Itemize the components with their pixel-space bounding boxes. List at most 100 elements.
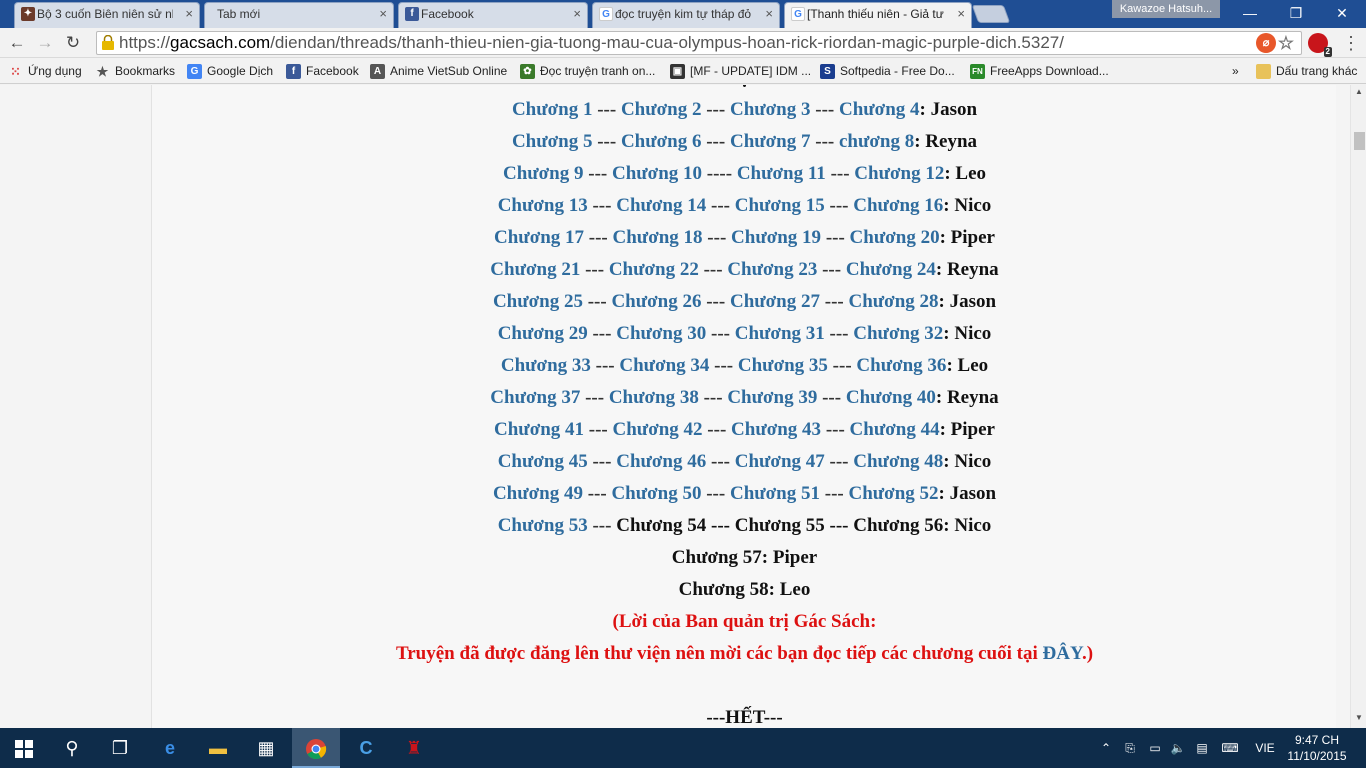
- close-icon[interactable]: ×: [957, 3, 965, 25]
- search-button[interactable]: ⚲: [48, 728, 96, 768]
- chapter-link[interactable]: Chương 11: [737, 163, 826, 184]
- star-icon[interactable]: ☆: [1276, 33, 1296, 53]
- chapter-link[interactable]: Chương 48: [853, 451, 943, 472]
- forward-button[interactable]: →: [34, 32, 56, 54]
- chapter-link[interactable]: Chương 12: [854, 163, 944, 184]
- bookmark-freeapps[interactable]: FN FreeApps Download...: [970, 62, 1109, 80]
- app-button[interactable]: ♜: [390, 728, 438, 768]
- bookmarks-overflow-button[interactable]: »: [1228, 62, 1239, 80]
- chapter-link[interactable]: Chương 27: [730, 291, 820, 312]
- chapter-link[interactable]: Chương 18: [613, 227, 703, 248]
- volume-icon[interactable]: 🔈: [1168, 728, 1188, 768]
- chapter-link[interactable]: Chương 9: [503, 163, 584, 184]
- chapter-link[interactable]: Chương 42: [613, 419, 703, 440]
- chapter-link[interactable]: Chương 53: [498, 515, 588, 536]
- profile-button[interactable]: Kawazoe Hatsuh...: [1112, 0, 1220, 18]
- chapter-link[interactable]: Chương 15: [735, 195, 825, 216]
- back-button[interactable]: ←: [6, 32, 28, 54]
- chapter-link[interactable]: Chương 19: [731, 227, 821, 248]
- network-icon[interactable]: ⎘: [1120, 728, 1140, 768]
- bookmark-bookmarks[interactable]: ★ Bookmarks: [95, 62, 175, 80]
- menu-icon[interactable]: ⋮: [1342, 32, 1360, 54]
- library-link[interactable]: ĐÂY: [1043, 643, 1082, 664]
- chapter-link[interactable]: Chương 25: [493, 291, 583, 312]
- chapter-link[interactable]: Chương 26: [611, 291, 701, 312]
- bookmark-google-translate[interactable]: G Google Dịch: [187, 62, 273, 80]
- battery-icon[interactable]: ▭: [1146, 728, 1164, 768]
- bookmark-apps[interactable]: ⁙ Ứng dụng: [8, 62, 82, 80]
- language-indicator[interactable]: VIE: [1250, 728, 1280, 768]
- extension-icon[interactable]: ⌀: [1256, 33, 1276, 53]
- scroll-down-arrow[interactable]: ▼: [1354, 713, 1364, 722]
- scroll-up-arrow[interactable]: ▲: [1354, 87, 1364, 96]
- chapter-link[interactable]: Chương 21: [490, 259, 580, 280]
- chapter-link[interactable]: Chương 37: [490, 387, 580, 408]
- close-icon[interactable]: ×: [765, 3, 773, 25]
- chapter-link[interactable]: Chương 1: [512, 99, 593, 120]
- chrome-button[interactable]: [292, 728, 340, 768]
- chapter-link[interactable]: Chương 44: [850, 419, 940, 440]
- close-icon[interactable]: ×: [573, 3, 581, 25]
- chapter-link[interactable]: Chương 52: [848, 483, 938, 504]
- chapter-link[interactable]: chương 8: [839, 131, 914, 152]
- chapter-link[interactable]: Chương 2: [621, 99, 702, 120]
- chapter-link[interactable]: Chương 50: [611, 483, 701, 504]
- chapter-link[interactable]: Chương 30: [616, 323, 706, 344]
- file-explorer-button[interactable]: ▬: [194, 728, 242, 768]
- chapter-link[interactable]: Chương 45: [498, 451, 588, 472]
- chapter-link[interactable]: Chương 29: [498, 323, 588, 344]
- chapter-link[interactable]: Chương 4: [839, 99, 920, 120]
- bookmark-softpedia[interactable]: S Softpedia - Free Do...: [820, 62, 955, 80]
- chapter-link[interactable]: Chương 28: [848, 291, 938, 312]
- chapter-link[interactable]: Chương 3: [730, 99, 811, 120]
- chapter-link[interactable]: Chương 33: [501, 355, 591, 376]
- tab-4[interactable]: G đọc truyện kim tự tháp đỏ ×: [592, 2, 780, 28]
- chapter-link[interactable]: Chương 22: [609, 259, 699, 280]
- task-view-button[interactable]: ❐: [96, 728, 144, 768]
- bookmark-idm[interactable]: ▣ [MF - UPDATE] IDM ...: [670, 62, 811, 80]
- bookmark-anime[interactable]: A Anime VietSub Online: [370, 62, 507, 80]
- store-button[interactable]: ▦: [242, 728, 290, 768]
- chapter-link[interactable]: Chương 47: [735, 451, 825, 472]
- chapter-link[interactable]: Chương 34: [619, 355, 709, 376]
- vertical-scrollbar[interactable]: ▲ ▼: [1350, 85, 1366, 728]
- chapter-link[interactable]: Chương 49: [493, 483, 583, 504]
- chapter-link[interactable]: Chương 39: [727, 387, 817, 408]
- chapter-link[interactable]: Chương 38: [609, 387, 699, 408]
- chapter-link[interactable]: Chương 32: [853, 323, 943, 344]
- chapter-link[interactable]: Chương 40: [846, 387, 936, 408]
- chapter-link[interactable]: Chương 23: [727, 259, 817, 280]
- minimize-button[interactable]: —: [1228, 0, 1272, 26]
- notification-icon[interactable]: ▤: [1192, 728, 1212, 768]
- adblock-icon[interactable]: 2: [1308, 33, 1332, 57]
- close-icon[interactable]: ×: [379, 3, 387, 25]
- tab-3[interactable]: f Facebook ×: [398, 2, 588, 28]
- chapter-link[interactable]: Chương 24: [846, 259, 936, 280]
- tab-1[interactable]: ✦ Bộ 3 cuốn Biên niên sử nh ×: [14, 2, 200, 28]
- restore-button[interactable]: ❐: [1274, 0, 1318, 26]
- chapter-link[interactable]: Chương 5: [512, 131, 593, 152]
- scroll-thumb[interactable]: [1354, 132, 1365, 150]
- chapter-link[interactable]: Chương 7: [730, 131, 811, 152]
- bookmark-manga[interactable]: ✿ Đọc truyện tranh on...: [520, 62, 655, 80]
- tab-5-active[interactable]: G [Thanh thiếu niên - Giả tư ×: [784, 2, 972, 28]
- bookmark-facebook[interactable]: f Facebook: [286, 62, 359, 80]
- other-bookmarks[interactable]: Dấu trang khác: [1256, 62, 1357, 80]
- close-icon[interactable]: ×: [185, 3, 193, 25]
- chapter-link[interactable]: Chương 46: [616, 451, 706, 472]
- chapter-link[interactable]: Chương 31: [735, 323, 825, 344]
- chapter-link[interactable]: Chương 43: [731, 419, 821, 440]
- address-bar[interactable]: https://gacsach.com/diendan/threads/than…: [96, 31, 1302, 55]
- chapter-link[interactable]: Chương 13: [498, 195, 588, 216]
- taskbar-clock[interactable]: 9:47 CH 11/10/2015: [1286, 732, 1348, 764]
- show-hidden-icons[interactable]: ⌃: [1098, 728, 1114, 768]
- reload-button[interactable]: ↻: [62, 32, 84, 54]
- chapter-link[interactable]: Chương 6: [621, 131, 702, 152]
- tab-2[interactable]: Tab mới ×: [204, 2, 394, 28]
- chapter-link[interactable]: Chương 36: [856, 355, 946, 376]
- edge-button[interactable]: e: [146, 728, 194, 768]
- chapter-link[interactable]: Chương 41: [494, 419, 584, 440]
- chapter-link[interactable]: Chương 20: [850, 227, 940, 248]
- chapter-link[interactable]: Chương 16: [853, 195, 943, 216]
- chapter-link[interactable]: Chương 14: [616, 195, 706, 216]
